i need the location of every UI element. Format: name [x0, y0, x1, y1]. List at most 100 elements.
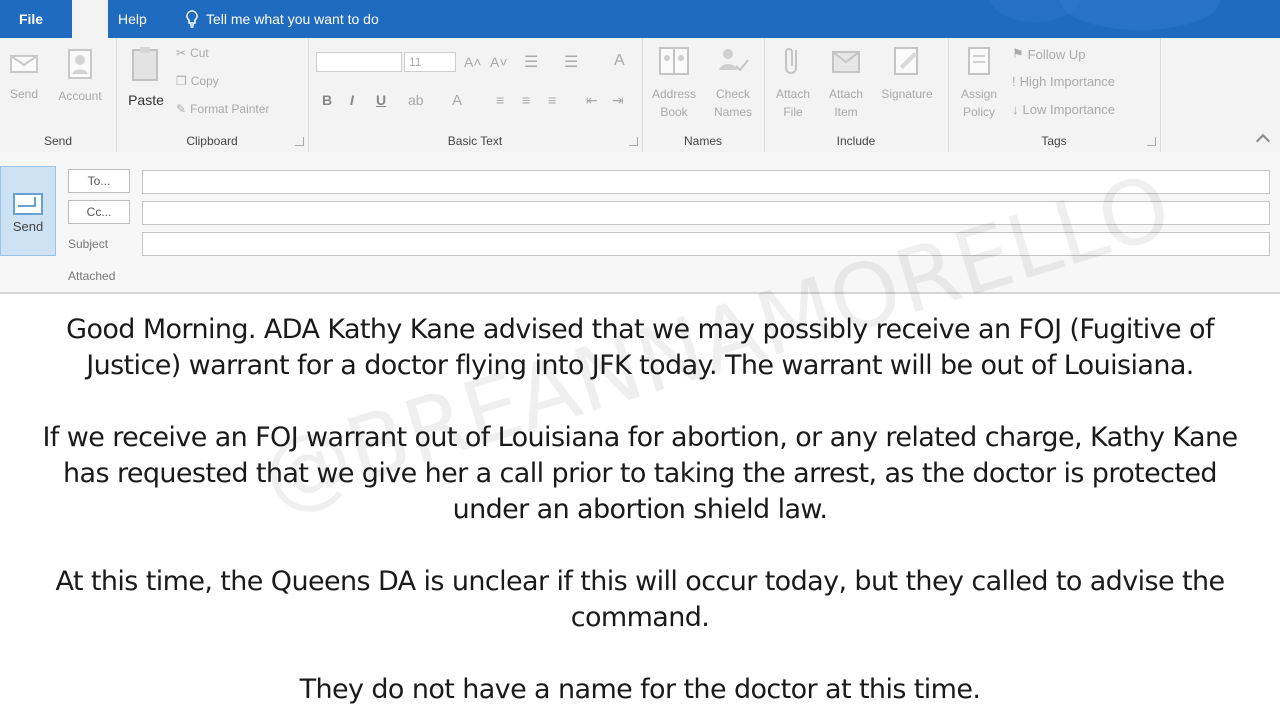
cc-button[interactable]: Cc... — [68, 200, 130, 224]
dialog-launcher-icon[interactable] — [629, 137, 638, 146]
signature-button[interactable]: Signature — [872, 44, 942, 103]
account-icon — [68, 49, 92, 79]
copy-icon: ❐ — [176, 74, 187, 88]
envelope-icon — [10, 55, 38, 73]
tell-me-search[interactable]: Tell me what you want to do — [184, 0, 379, 38]
ribbon-group-send: Send Account Send — [0, 38, 117, 152]
to-field[interactable] — [142, 170, 1270, 194]
address-book-icon — [659, 47, 689, 75]
address-book-label-2: Book — [660, 105, 688, 119]
subject-field[interactable] — [142, 232, 1270, 256]
cut-button[interactable]: ✂ Cut — [176, 46, 209, 60]
body-paragraph-1: Good Morning. ADA Kathy Kane advised tha… — [40, 312, 1240, 384]
body-line: If we receive an FOJ warrant out of Loui… — [42, 422, 1239, 453]
decrease-indent-icon[interactable]: ⇤ — [586, 92, 598, 109]
format-painter-button[interactable]: ✎ Format Painter — [176, 102, 269, 116]
assign-policy-button[interactable]: Assign Policy — [952, 44, 1006, 121]
font-color-icon[interactable]: A — [452, 92, 462, 109]
align-center-icon[interactable]: ≡ — [522, 92, 530, 108]
tab-file[interactable]: File — [0, 0, 62, 38]
attach-item-button[interactable]: Attach Item — [820, 44, 872, 121]
body-line: has requested that we give her a call pr… — [63, 458, 1218, 489]
tab-help[interactable]: Help — [118, 0, 147, 38]
basic-text-group-label: Basic Text — [447, 134, 503, 148]
address-book-button[interactable]: Address Book — [646, 44, 702, 121]
ribbon-group-basic-text: 11 A˄ A˅ ☰ ☰ A B I U ab A ≡ ≡ ≡ ⇤ ⇥ Basi… — [308, 38, 643, 152]
high-importance-label: High Importance — [1019, 74, 1116, 89]
body-paragraph-2: If we receive an FOJ warrant out of Loui… — [40, 420, 1240, 528]
paste-button[interactable]: Paste — [124, 46, 168, 109]
send-ribbon-label: Send — [9, 87, 39, 101]
clear-formatting-icon[interactable]: A — [614, 52, 625, 70]
cut-label: Cut — [190, 46, 209, 60]
attach-item-label-2: Item — [834, 105, 858, 119]
body-line: Justice) warrant for a doctor flying int… — [86, 350, 1194, 381]
account-button[interactable]: Account — [50, 48, 110, 105]
increase-indent-icon[interactable]: ⇥ — [612, 92, 624, 109]
attached-label: Attached — [68, 269, 116, 283]
check-names-label-2: Names — [713, 105, 752, 119]
cc-field[interactable] — [142, 201, 1270, 225]
grow-font-icon[interactable]: A˄ — [464, 54, 482, 70]
lightbulb-icon — [186, 10, 198, 28]
ribbon-group-tags: Assign Policy ⚑ Follow Up ! High Importanc… — [948, 38, 1161, 152]
clipboard-group-label: Clipboard — [186, 134, 238, 148]
names-group-label: Names — [683, 134, 722, 148]
flag-icon: ⚑ — [1012, 46, 1024, 61]
low-importance-button[interactable]: ↓ Low Importance — [1012, 102, 1115, 117]
assign-policy-label-1: Assign — [960, 87, 998, 101]
include-group-label: Include — [836, 134, 876, 148]
attach-item-icon — [832, 51, 860, 73]
high-importance-button[interactable]: ! High Importance — [1012, 74, 1115, 89]
body-line: At this time, the Queens DA is unclear i… — [55, 566, 1226, 597]
ribbon: Send Account Send Paste ✂ Cut ❐ Copy ✎ Form… — [0, 38, 1280, 153]
highlight-icon[interactable]: ab — [408, 92, 424, 108]
scissors-icon: ✂ — [176, 46, 187, 60]
attach-file-label-1: Attach — [775, 87, 811, 101]
numbering-icon[interactable]: ☰ — [564, 52, 578, 72]
font-size-dropdown[interactable]: 11 — [404, 52, 456, 72]
align-left-icon[interactable]: ≡ — [496, 92, 504, 108]
italic-button[interactable]: I — [350, 92, 354, 108]
policy-icon — [968, 47, 990, 75]
paste-label: Paste — [128, 92, 164, 108]
tags-group-label: Tags — [1041, 134, 1067, 148]
body-line: under an abortion shield law. — [452, 494, 828, 525]
font-name-dropdown[interactable] — [316, 52, 402, 72]
check-names-label-1: Check — [715, 87, 750, 101]
underline-button[interactable]: U — [376, 92, 386, 108]
low-importance-label: Low Importance — [1022, 102, 1116, 117]
follow-up-button[interactable]: ⚑ Follow Up — [1012, 46, 1085, 62]
account-label: Account — [58, 89, 102, 103]
dialog-launcher-icon[interactable] — [1147, 137, 1156, 146]
dialog-launcher-icon[interactable] — [295, 137, 304, 146]
signature-label: Signature — [881, 87, 933, 101]
attach-file-button[interactable]: Attach File — [768, 44, 818, 121]
body-line: They do not have a name for the doctor a… — [299, 674, 981, 705]
body-line: Good Morning. ADA Kathy Kane advised tha… — [66, 314, 1214, 345]
paperclip-icon — [785, 48, 797, 74]
down-arrow-icon: ↓ — [1012, 102, 1019, 117]
tell-me-label: Tell me what you want to do — [206, 11, 379, 27]
bullets-icon[interactable]: ☰ — [524, 52, 538, 72]
format-painter-label: Format Painter — [190, 102, 270, 116]
body-line: command. — [570, 602, 710, 633]
title-bar-decoration — [1060, 0, 1220, 30]
send-ribbon-button[interactable]: Send — [4, 48, 44, 103]
clipboard-icon — [132, 47, 158, 81]
send-button[interactable]: Send — [0, 166, 56, 256]
send-group-label: Send — [43, 134, 73, 148]
tab-message-selected[interactable] — [72, 0, 108, 40]
check-names-icon — [719, 49, 749, 72]
copy-button[interactable]: ❐ Copy — [176, 74, 219, 88]
paintbrush-icon: ✎ — [176, 102, 187, 116]
ribbon-group-clipboard: Paste ✂ Cut ❐ Copy ✎ Format Painter Clipboa… — [116, 38, 309, 152]
bold-button[interactable]: B — [322, 92, 332, 108]
collapse-ribbon-icon[interactable] — [1255, 133, 1271, 149]
to-button[interactable]: To... — [68, 169, 130, 193]
ribbon-group-include: Attach File Attach Item Signature Includ… — [764, 38, 949, 152]
check-names-button[interactable]: Check Names — [706, 44, 760, 121]
align-right-icon[interactable]: ≡ — [548, 92, 556, 108]
shrink-font-icon[interactable]: A˅ — [490, 54, 508, 70]
copy-label: Copy — [190, 74, 219, 88]
